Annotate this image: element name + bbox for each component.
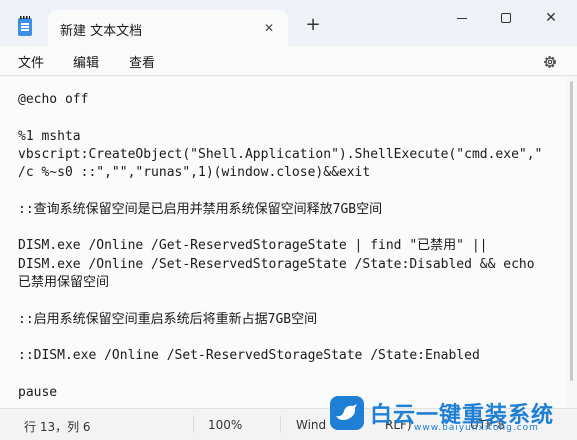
text-line	[18, 182, 567, 200]
text-line	[18, 109, 567, 127]
scrollbar-thumb[interactable]	[570, 81, 573, 381]
close-button[interactable]: ✕	[528, 4, 574, 32]
text-line	[18, 292, 567, 310]
line-ending: Wind	[296, 418, 327, 432]
maximize-button[interactable]	[483, 4, 529, 32]
text-line: DISM.exe /Online /Set-ReservedStorageSta…	[18, 256, 535, 272]
bird-logo-icon	[330, 396, 364, 430]
text-line: ::DISM.exe /Online /Set-ReservedStorageS…	[18, 348, 480, 364]
vertical-scrollbar[interactable]	[567, 77, 577, 408]
text-line: %1 mshta	[18, 128, 81, 144]
zoom-level: 100%	[208, 418, 243, 432]
menu-view[interactable]: 查看	[129, 52, 155, 71]
document-tab[interactable]: 新建 文本文档 ✕	[48, 10, 288, 46]
notepad-icon	[18, 16, 32, 36]
text-line: @echo off	[18, 92, 89, 107]
gear-icon[interactable]	[540, 52, 560, 72]
minimize-icon	[457, 17, 467, 19]
cursor-position: 行 13，列 6	[24, 420, 91, 434]
maximize-icon	[501, 13, 511, 23]
text-line: ::查询系统保留空间是已启用并禁用系统保留空间释放7GB空间	[18, 201, 383, 217]
minimize-button[interactable]	[439, 4, 485, 32]
text-line	[18, 329, 567, 347]
text-editor[interactable]: @echo off %1 mshta vbscript:CreateObject("…	[0, 77, 567, 408]
menu-bar: 文件 编辑 查看	[0, 46, 577, 76]
close-icon: ✕	[545, 10, 557, 26]
watermark-url: www.baiyunxitong.com	[414, 423, 539, 433]
status-divider	[193, 415, 194, 433]
text-line: /c %~s0 ::","","runas",1)(window.close)&…	[18, 165, 371, 181]
text-line: DISM.exe /Online /Get-ReservedStorageSta…	[18, 238, 488, 254]
tab-title: 新建 文本文档	[60, 24, 143, 39]
title-bar: 新建 文本文档 ✕ + ✕	[0, 0, 577, 46]
menu-file[interactable]: 文件	[18, 52, 44, 71]
text-line: ::启用系统保留空间重启系统后将重新占据7GB空间	[18, 311, 318, 327]
tab-close-icon[interactable]: ✕	[260, 19, 278, 37]
status-divider	[280, 415, 281, 433]
text-line	[18, 219, 567, 237]
watermark-logo: 白云一键重装系统 www.baiyunxitong.com	[330, 396, 577, 440]
menu-edit[interactable]: 编辑	[73, 52, 99, 71]
new-tab-button[interactable]: +	[302, 14, 324, 36]
text-line	[18, 365, 567, 383]
text-line: 已禁用保留空间	[18, 274, 110, 290]
text-line: vbscript:CreateObject("Shell.Application…	[18, 146, 543, 162]
